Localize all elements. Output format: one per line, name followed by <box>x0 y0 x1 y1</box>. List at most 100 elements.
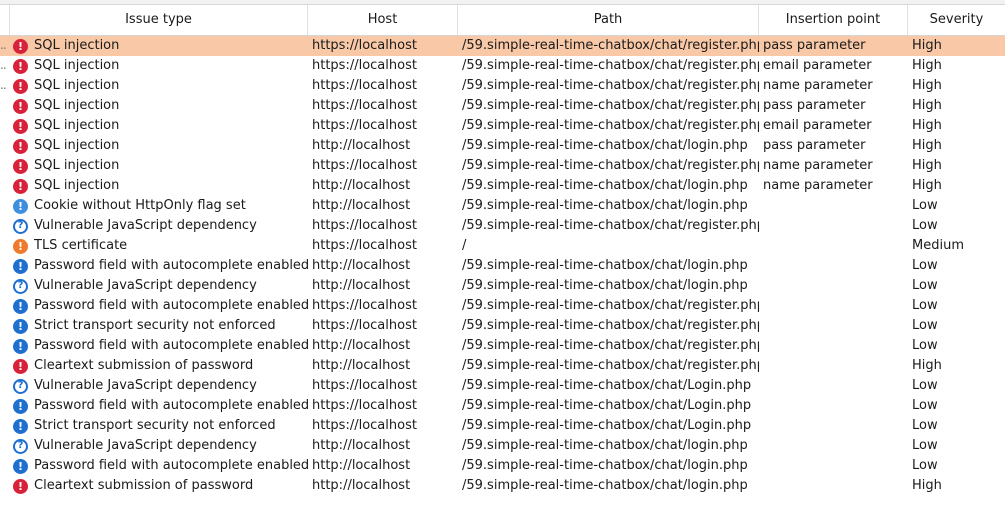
table-row[interactable]: ! SQL injection http://localhost/59.simple… <box>0 176 1005 196</box>
cell-host: http://localhost <box>312 478 411 493</box>
table-row[interactable]: ? Vulnerable JavaScript dependency https:/… <box>0 216 1005 236</box>
cell-insertion-point: email parameter <box>763 118 872 133</box>
high-severity-icon: ! <box>13 478 28 494</box>
high-severity-icon: ! <box>13 118 28 134</box>
low-severity-icon: ! <box>13 458 28 474</box>
cell-host: https://localhost <box>312 318 417 333</box>
row-marker <box>0 276 10 296</box>
cell-host: https://localhost <box>312 158 417 173</box>
table-row[interactable]: ! Password field with autocomplete enable… <box>0 456 1005 476</box>
low-severity-icon: ! <box>13 258 28 274</box>
table-row[interactable]: ! Strict transport security not enforced h… <box>0 416 1005 436</box>
cell-issue-type: ! SQL injection <box>10 96 308 116</box>
issue-type-label: Strict transport security not enforced <box>34 418 276 433</box>
cell-insertion-point <box>759 416 908 436</box>
table-row[interactable]: ! SQL injection https://localhost/59.simpl… <box>0 156 1005 176</box>
cell-path: /59.simple-real-time-chatbox/chat/Login.… <box>462 398 752 413</box>
cell-path: /59.simple-real-time-chatbox/chat/regist… <box>462 298 759 313</box>
table-row[interactable]: ..! SQL injection https://localhost/59.sim… <box>0 56 1005 76</box>
cell-insertion-point <box>759 456 908 476</box>
issue-type-label: Password field with autocomplete enabled <box>34 298 308 313</box>
column-header-insertion-point[interactable]: Insertion point <box>759 5 908 35</box>
high-severity-icon: ! <box>13 158 28 174</box>
cell-insertion-point <box>759 216 908 236</box>
tentative-question-icon: ? <box>13 218 28 234</box>
cell-path: /59.simple-real-time-chatbox/chat/regist… <box>462 98 759 113</box>
table-row[interactable]: ! Cleartext submission of password http://… <box>0 476 1005 496</box>
cell-path: /59.simple-real-time-chatbox/chat/Login.… <box>462 378 752 393</box>
cell-issue-type: ! SQL injection <box>10 56 308 76</box>
cell-severity: High <box>912 178 942 193</box>
table-row[interactable]: ! Password field with autocomplete enable… <box>0 336 1005 356</box>
row-marker <box>0 456 10 476</box>
table-row[interactable]: ! Cookie without HttpOnly flag set http://… <box>0 196 1005 216</box>
table-row[interactable]: ! Strict transport security not enforced h… <box>0 316 1005 336</box>
cell-host: http://localhost <box>312 138 411 153</box>
issue-type-label: SQL injection <box>34 58 120 73</box>
row-marker: .. <box>0 56 10 76</box>
table-row[interactable]: ! TLS certificate https://localhost / Medium <box>0 236 1005 256</box>
cell-issue-type: ! SQL injection <box>10 116 308 136</box>
low-severity-icon: ! <box>13 318 28 334</box>
cell-host: http://localhost <box>312 438 411 453</box>
cell-host: http://localhost <box>312 458 411 473</box>
row-marker <box>0 296 10 316</box>
cell-path: /59.simple-real-time-chatbox/chat/regist… <box>462 358 759 373</box>
table-row[interactable]: ! Password field with autocomplete enable… <box>0 296 1005 316</box>
cell-issue-type: ! Cookie without HttpOnly flag set <box>10 196 308 216</box>
cell-host: https://localhost <box>312 298 417 313</box>
table-row[interactable]: ? Vulnerable JavaScript dependency https:/… <box>0 376 1005 396</box>
cell-severity: Low <box>912 298 938 313</box>
row-marker <box>0 316 10 336</box>
medium-severity-icon: ! <box>13 238 28 254</box>
table-row[interactable]: ? Vulnerable JavaScript dependency http://… <box>0 276 1005 296</box>
row-marker <box>0 216 10 236</box>
issue-type-label: Cookie without HttpOnly flag set <box>34 198 246 213</box>
cell-issue-type: ! TLS certificate <box>10 236 308 256</box>
table-row[interactable]: ! Password field with autocomplete enable… <box>0 256 1005 276</box>
column-header-host[interactable]: Host <box>308 5 458 35</box>
row-marker <box>0 96 10 116</box>
table-row[interactable]: ! Cleartext submission of password http://… <box>0 356 1005 376</box>
row-marker <box>0 376 10 396</box>
cell-insertion-point: name parameter <box>763 78 873 93</box>
cell-path: /59.simple-real-time-chatbox/chat/regist… <box>462 78 759 93</box>
cell-host: http://localhost <box>312 338 411 353</box>
row-marker <box>0 436 10 456</box>
cell-insertion-point <box>759 316 908 336</box>
table-row[interactable]: ? Vulnerable JavaScript dependency http://… <box>0 436 1005 456</box>
cell-host: https://localhost <box>312 38 417 53</box>
table-row[interactable]: ! SQL injection http://localhost/59.simple… <box>0 136 1005 156</box>
row-marker <box>0 176 10 196</box>
cell-host: https://localhost <box>312 98 417 113</box>
cell-severity: Low <box>912 438 938 453</box>
row-marker <box>0 256 10 276</box>
cell-issue-type: ! Password field with autocomplete enable… <box>10 296 308 316</box>
cell-path: /59.simple-real-time-chatbox/chat/regist… <box>462 158 759 173</box>
cell-severity: Low <box>912 218 938 233</box>
cell-host: https://localhost <box>312 418 417 433</box>
issue-type-label: SQL injection <box>34 138 120 153</box>
table-row[interactable]: ! SQL injection https://localhost/59.simpl… <box>0 96 1005 116</box>
cell-issue-type: ! Password field with autocomplete enable… <box>10 396 308 416</box>
column-header-path[interactable]: Path <box>458 5 759 35</box>
column-header-issue-type[interactable]: Issue type <box>10 5 308 35</box>
row-marker <box>0 156 10 176</box>
cell-host: http://localhost <box>312 358 411 373</box>
issue-type-label: Password field with autocomplete enabled <box>34 258 308 273</box>
column-header-severity[interactable]: Severity <box>908 5 1005 35</box>
issue-type-label: SQL injection <box>34 78 120 93</box>
cell-issue-type: ! Strict transport security not enforced <box>10 416 308 436</box>
issue-type-label: Vulnerable JavaScript dependency <box>34 278 257 293</box>
cell-path: /59.simple-real-time-chatbox/chat/regist… <box>462 38 759 53</box>
cell-insertion-point <box>759 336 908 356</box>
table-row[interactable]: ..! SQL injection https://localhost/59.sim… <box>0 76 1005 96</box>
cell-path: /59.simple-real-time-chatbox/chat/login.… <box>462 198 748 213</box>
cell-path: /59.simple-real-time-chatbox/chat/login.… <box>462 258 748 273</box>
table-row[interactable]: ! Password field with autocomplete enable… <box>0 396 1005 416</box>
cell-insertion-point <box>759 376 908 396</box>
table-row[interactable]: ! SQL injection https://localhost/59.simpl… <box>0 116 1005 136</box>
cell-host: https://localhost <box>312 398 417 413</box>
table-row[interactable]: ..! SQL injection https://localhost/59.sim… <box>0 36 1005 56</box>
cell-path: /59.simple-real-time-chatbox/chat/regist… <box>462 118 759 133</box>
